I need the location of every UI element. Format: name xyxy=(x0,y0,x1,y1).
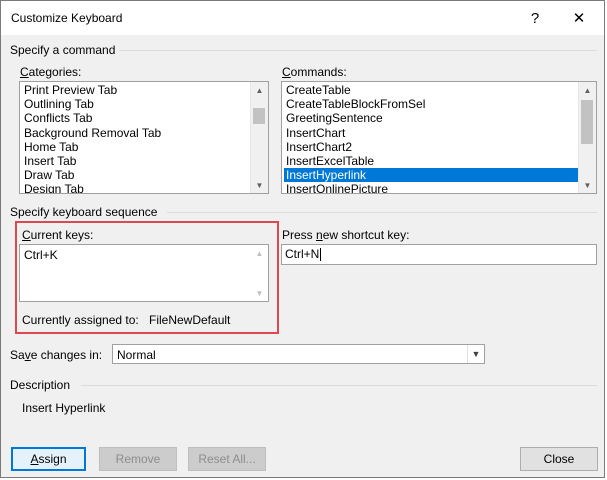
commands-scrollbar[interactable]: ▲ ▼ xyxy=(578,82,596,193)
title-bar: Customize Keyboard ? ✕ xyxy=(1,1,604,35)
customize-keyboard-dialog: Customize Keyboard ? ✕ Specify a command… xyxy=(0,0,605,478)
text-caret xyxy=(320,248,322,262)
categories-label: Categories: xyxy=(20,65,82,79)
list-item[interactable]: InsertChart2 xyxy=(284,140,578,154)
scroll-thumb[interactable] xyxy=(581,100,593,144)
list-item[interactable]: GreetingSentence xyxy=(284,111,578,125)
scroll-down-icon[interactable]: ▼ xyxy=(251,285,268,301)
dialog-title: Customize Keyboard xyxy=(11,11,123,25)
section-divider xyxy=(81,385,597,386)
scroll-thumb[interactable] xyxy=(253,108,265,124)
list-item[interactable]: Print Preview Tab xyxy=(22,83,250,97)
commands-items: CreateTable CreateTableBlockFromSel Greeti… xyxy=(284,83,578,193)
remove-button[interactable]: Remove xyxy=(99,447,177,471)
currently-assigned-label: Currently assigned to: xyxy=(22,313,139,327)
current-keys-scrollbar[interactable]: ▲ ▼ xyxy=(251,245,268,301)
scroll-up-icon[interactable]: ▲ xyxy=(579,82,596,98)
close-icon: ✕ xyxy=(572,10,586,27)
new-shortcut-label: Press new shortcut key: xyxy=(282,228,410,242)
list-item[interactable]: InsertOnlinePicture xyxy=(284,182,578,193)
scroll-up-icon[interactable]: ▲ xyxy=(251,82,268,98)
list-item[interactable]: Conflicts Tab xyxy=(22,111,250,125)
current-keys-items: Ctrl+K xyxy=(22,248,250,262)
reset-all-button[interactable]: Reset All... xyxy=(188,447,266,471)
close-button[interactable]: Close xyxy=(520,447,598,471)
list-item[interactable]: Draw Tab xyxy=(22,168,250,182)
list-item[interactable]: CreateTable xyxy=(284,83,578,97)
commands-listbox[interactable]: CreateTable CreateTableBlockFromSel Greeti… xyxy=(281,81,597,194)
categories-listbox[interactable]: Print Preview Tab Outlining Tab Conflicts … xyxy=(19,81,269,194)
current-keys-label: Current keys: xyxy=(22,228,94,242)
currently-assigned-value: FileNewDefault xyxy=(149,313,231,327)
list-item[interactable]: Outlining Tab xyxy=(22,97,250,111)
chevron-down-icon[interactable]: ▼ xyxy=(467,345,484,363)
new-shortcut-value: Ctrl+N xyxy=(285,247,320,261)
list-item[interactable]: Background Removal Tab xyxy=(22,126,250,140)
list-item[interactable]: InsertExcelTable xyxy=(284,154,578,168)
help-icon: ? xyxy=(530,9,540,27)
new-shortcut-input[interactable]: Ctrl+N xyxy=(281,244,597,265)
list-item[interactable]: Design Tab xyxy=(22,182,250,193)
close-window-button[interactable]: ✕ xyxy=(557,1,601,35)
list-item[interactable]: Insert Tab xyxy=(22,154,250,168)
scroll-down-icon[interactable]: ▼ xyxy=(579,177,596,193)
list-item[interactable]: InsertChart xyxy=(284,126,578,140)
help-button[interactable]: ? xyxy=(513,1,557,35)
keyboard-sequence-heading: Specify keyboard sequence xyxy=(10,205,158,219)
section-divider xyxy=(119,50,597,51)
scroll-up-icon[interactable]: ▲ xyxy=(251,245,268,261)
scroll-down-icon[interactable]: ▼ xyxy=(251,177,268,193)
list-item[interactable]: CreateTableBlockFromSel xyxy=(284,97,578,111)
section-divider xyxy=(167,212,597,213)
save-changes-value: Normal xyxy=(117,348,156,362)
assign-button[interactable]: Assign xyxy=(11,447,86,471)
description-heading: Description xyxy=(10,378,71,392)
list-item[interactable]: Home Tab xyxy=(22,140,250,154)
list-item[interactable]: InsertHyperlink xyxy=(284,168,578,183)
current-keys-listbox[interactable]: Ctrl+K ▲ ▼ xyxy=(19,244,269,302)
categories-items: Print Preview Tab Outlining Tab Conflicts … xyxy=(22,83,250,193)
description-text: Insert Hyperlink xyxy=(22,401,106,415)
categories-scrollbar[interactable]: ▲ ▼ xyxy=(250,82,268,193)
specify-command-heading: Specify a command xyxy=(10,43,116,57)
list-item[interactable]: Ctrl+K xyxy=(22,248,250,262)
save-changes-select[interactable]: Normal ▼ xyxy=(112,344,485,364)
commands-label: Commands: xyxy=(282,65,347,79)
save-changes-label: Save changes in: xyxy=(10,348,103,362)
